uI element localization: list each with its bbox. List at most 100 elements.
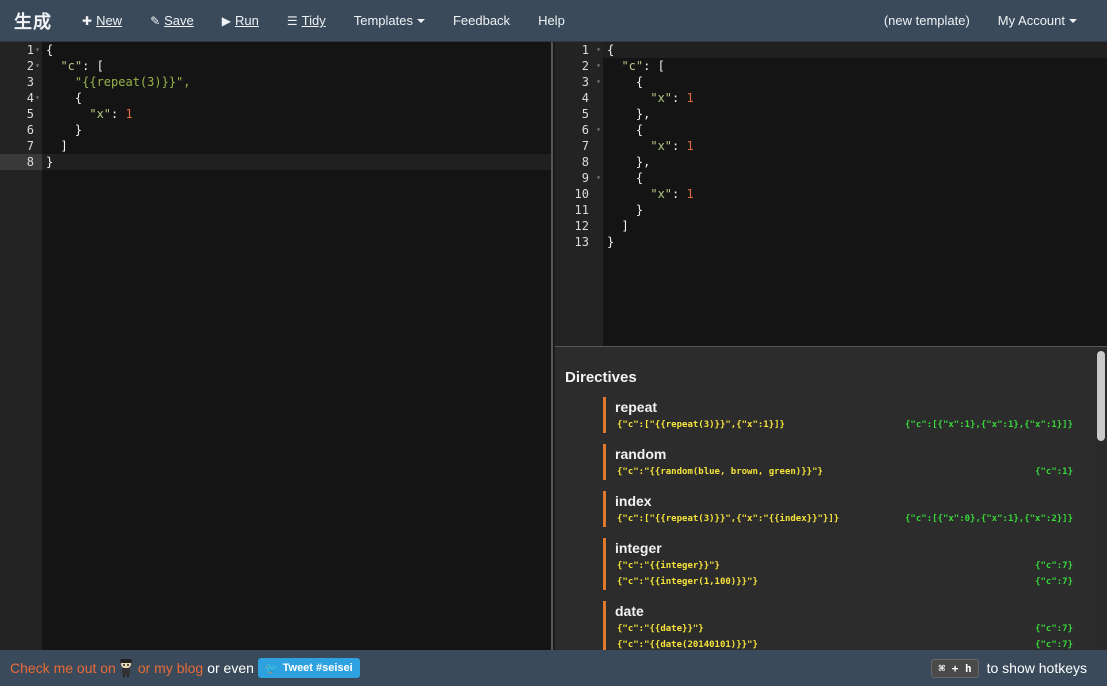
run-label: Run (235, 13, 259, 28)
directive-example: {"c":["{{repeat(3)}}",{"x":1}]} {"c":[{"… (615, 417, 1073, 433)
code-line: "x": 1 (89, 107, 133, 121)
template-name[interactable]: (new template) (870, 0, 984, 42)
code-area[interactable]: { "c": [ "{{repeat(3)}}", { "x": 1 } ] } (42, 42, 551, 170)
line-number: 4 (581, 91, 589, 105)
code-line: { (46, 91, 83, 105)
plus-icon: ✚ (82, 13, 93, 28)
pencil-icon: ✎ (150, 13, 161, 28)
scrollbar-thumb[interactable] (1097, 351, 1105, 441)
line-number: 6 (26, 123, 34, 137)
line-number: 11 (574, 203, 589, 217)
line-number: 8 (581, 155, 589, 169)
blog-link[interactable]: or my blog (138, 660, 203, 676)
directives-title: Directives (565, 369, 637, 386)
fold-icon[interactable]: ▾ (596, 74, 601, 90)
fold-icon[interactable]: ▾ (35, 90, 40, 106)
line-number: 5 (581, 107, 589, 121)
templates-dropdown[interactable]: Templates (340, 0, 439, 42)
new-button[interactable]: ✚ New (68, 0, 136, 42)
fold-icon[interactable]: ▾ (596, 58, 601, 74)
fold-icon[interactable]: ▾ (596, 42, 601, 58)
example-input: {"c":["{{repeat(3)}}",{"x":1}]} (617, 420, 785, 430)
help-link[interactable]: Help (524, 0, 579, 42)
caret-down-icon (1069, 18, 1077, 23)
line-number: 3 ▾ (581, 74, 601, 90)
line-number: 7 (581, 139, 589, 153)
play-icon: ▶ (221, 13, 232, 28)
directive-example: {"c":"{{date(20140101)}}"} {"c":7} (615, 637, 1073, 650)
example-output: {"c":1} (1035, 467, 1073, 477)
line-number: 2 ▾ (26, 58, 40, 74)
line-number: 1 ▾ (581, 42, 601, 58)
hotkey-badge: ⌘ + h (931, 658, 979, 678)
example-output: {"c":[{"x":1},{"x":1},{"x":1}]} (905, 420, 1073, 430)
feedback-link[interactable]: Feedback (439, 0, 524, 42)
line-number: 5 (26, 107, 34, 121)
code-line: "x": 1 (650, 187, 694, 201)
tidy-button[interactable]: ☰ Tidy (273, 0, 340, 42)
indent-icon: ☰ (286, 13, 298, 28)
directive-example: {"c":"{{integer}}"} {"c":7} (615, 558, 1073, 574)
line-number-gutter: 1 ▾ 2 ▾ 3 4 ▾ 5 6 7 8 (0, 42, 42, 650)
fold-icon[interactable]: ▾ (35, 42, 40, 58)
directive-integer: integer {"c":"{{integer}}"} {"c":7} {"c"… (603, 538, 1073, 590)
code-line: }, (607, 155, 651, 169)
github-link[interactable]: Check me out on (10, 660, 116, 676)
directives-scrollbar[interactable] (1096, 349, 1106, 649)
directive-example: {"c":"{{random(blue, brown, green)}}"} {… (615, 464, 1073, 480)
output-editor[interactable]: 1 ▾ 2 ▾ 3 ▾ 4 5 6 ▾ 7 8 9 ▾ 10 11 12 13 { "c"… (555, 42, 1107, 346)
code-line: } (42, 154, 551, 170)
code-line: }, (607, 107, 651, 121)
line-number: 2 ▾ (581, 58, 601, 74)
directive-name: random (615, 446, 667, 462)
tweet-button[interactable]: 🐦 Tweet #seisei (257, 658, 360, 678)
example-output: {"c":7} (1035, 577, 1073, 587)
footer-text: or even (207, 660, 254, 676)
template-editor[interactable]: 1 ▾ 2 ▾ 3 4 ▾ 5 6 7 8 { "c": [ "{{repeat(3)… (0, 42, 553, 650)
example-output: {"c":7} (1035, 640, 1073, 650)
line-number: 8 (0, 154, 42, 170)
code-area[interactable]: { "c": [ { "x": 1 }, { "x": 1 }, { "x": … (603, 42, 1107, 250)
account-dropdown[interactable]: My Account (984, 0, 1091, 42)
line-number: 9 ▾ (581, 170, 601, 186)
directive-name: date (615, 603, 644, 619)
octocat-icon[interactable] (118, 659, 134, 677)
example-input: {"c":"{{integer}}"} (617, 561, 720, 571)
example-input: {"c":"{{integer(1,100)}}"} (617, 577, 758, 587)
new-label: New (96, 13, 123, 28)
line-number: 10 (574, 187, 589, 201)
directive-name: index (615, 493, 652, 509)
code-line: "{{repeat(3)}}", (74, 75, 191, 89)
account-label: My Account (997, 13, 1065, 28)
directives-panel: Directives repeat {"c":["{{repeat(3)}}",… (555, 346, 1107, 650)
code-line: } (607, 235, 615, 249)
templates-label: Templates (353, 13, 413, 28)
footer-bar: Check me out on or my blog or even 🐦 Twe… (0, 650, 1107, 686)
tweet-label: Tweet #seisei (282, 662, 353, 674)
fold-icon[interactable]: ▾ (35, 58, 40, 74)
directive-random: random {"c":"{{random(blue, brown, green… (603, 444, 1073, 480)
line-number: 1 ▾ (26, 42, 40, 58)
code-line: "x": 1 (650, 139, 694, 153)
fold-icon[interactable]: ▾ (596, 122, 601, 138)
fold-icon[interactable]: ▾ (596, 170, 601, 186)
line-number: 3 (26, 75, 34, 89)
hotkey-hint: to show hotkeys (986, 660, 1087, 676)
code-line: ] (46, 139, 68, 153)
feedback-label: Feedback (452, 13, 511, 28)
example-output: {"c":7} (1035, 561, 1073, 571)
save-button[interactable]: ✎ Save (136, 0, 208, 42)
code-line: { (607, 171, 644, 185)
run-button[interactable]: ▶ Run (208, 0, 273, 42)
code-line: "x": 1 (650, 91, 694, 105)
directive-example: {"c":"{{date}}"} {"c":7} (615, 621, 1073, 637)
brand-logo[interactable]: 生成 (14, 8, 52, 34)
line-number: 13 (574, 235, 589, 249)
directive-example: {"c":["{{repeat(3)}}",{"x":"{{index}}"}]… (615, 511, 1073, 527)
line-number: 6 ▾ (581, 122, 601, 138)
twitter-bird-icon: 🐦 (264, 662, 279, 675)
save-label: Save (164, 13, 194, 28)
example-input: {"c":"{{random(blue, brown, green)}}"} (617, 467, 823, 477)
example-input: {"c":["{{repeat(3)}}",{"x":"{{index}}"}]… (617, 514, 840, 524)
code-line: } (46, 123, 83, 137)
